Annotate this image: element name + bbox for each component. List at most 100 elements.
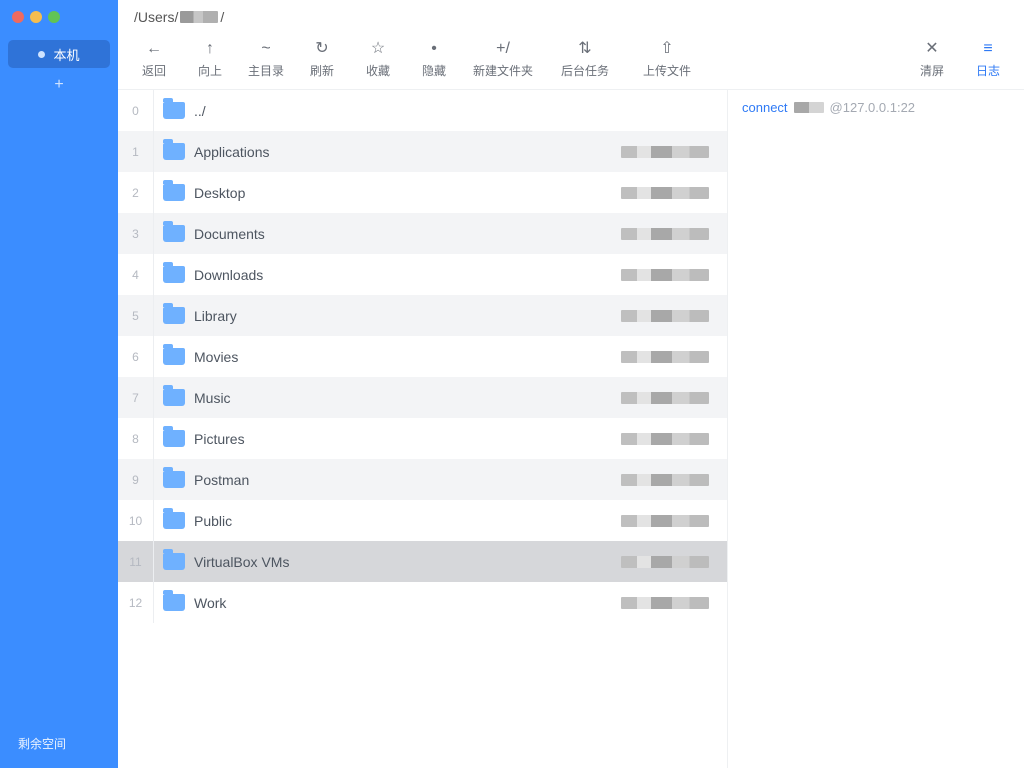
file-name: Desktop — [194, 185, 617, 201]
upload-label: 上传文件 — [643, 62, 691, 79]
toolbar: ← 返回 ↑ 向上 ~ 主目录 ↻ 刷新 ☆ 收藏 • 隐藏 — [118, 34, 1024, 90]
back-button[interactable]: ← 返回 — [128, 40, 180, 79]
refresh-button[interactable]: ↻ 刷新 — [296, 40, 348, 79]
host-tab-local[interactable]: 本机 — [8, 40, 110, 68]
main: /Users/ / ← 返回 ↑ 向上 ~ 主目录 ↻ 刷新 ☆ — [118, 0, 1024, 768]
tilde-icon: ~ — [261, 40, 270, 58]
clear-button[interactable]: ✕ 清屏 — [906, 40, 958, 79]
arrow-up-icon: ↑ — [206, 40, 214, 58]
log-redacted — [794, 102, 824, 113]
file-meta — [617, 515, 727, 527]
home-label: 主目录 — [248, 62, 284, 79]
host-tab-label: 本机 — [53, 45, 79, 64]
file-name: VirtualBox VMs — [194, 554, 617, 570]
file-row-index: 6 — [118, 336, 154, 377]
file-name: Movies — [194, 349, 617, 365]
host-status-dot-icon — [38, 51, 45, 58]
file-meta — [617, 392, 727, 404]
file-name: Postman — [194, 472, 617, 488]
file-meta — [617, 351, 727, 363]
home-button[interactable]: ~ 主目录 — [240, 40, 292, 79]
sidebar-spacer — [0, 102, 118, 735]
file-list[interactable]: 0 ../ 1Applications2 Desktop 3 Documents 4 Down… — [118, 90, 728, 768]
folder-icon — [154, 594, 194, 611]
file-row[interactable]: 12Work — [118, 582, 727, 623]
up-button[interactable]: ↑ 向上 — [184, 40, 236, 79]
favorite-button[interactable]: ☆ 收藏 — [352, 40, 404, 79]
folder-icon — [154, 266, 194, 283]
zoom-window-button[interactable] — [48, 11, 60, 23]
minimize-window-button[interactable] — [30, 11, 42, 23]
add-host-button[interactable]: + — [0, 68, 118, 102]
folder-icon — [154, 389, 194, 406]
file-row-index: 11 — [118, 541, 154, 582]
file-meta — [617, 228, 727, 240]
file-row-index: 3 — [118, 213, 154, 254]
file-row[interactable]: 6 Movies — [118, 336, 727, 377]
file-name: Work — [194, 595, 617, 611]
close-window-button[interactable] — [12, 11, 24, 23]
clear-label: 清屏 — [920, 62, 944, 79]
new-folder-icon: +/ — [496, 40, 510, 58]
file-row[interactable]: 0 ../ — [118, 90, 727, 131]
folder-icon — [154, 512, 194, 529]
file-meta — [617, 597, 727, 609]
upload-button[interactable]: ⇧ 上传文件 — [628, 40, 706, 79]
upload-icon: ⇧ — [660, 40, 673, 58]
file-row-index: 0 — [118, 90, 154, 131]
log-tail: @127.0.0.1:22 — [830, 100, 915, 115]
file-row[interactable]: 9 Postman — [118, 459, 727, 500]
file-meta — [617, 269, 727, 281]
file-meta — [617, 187, 727, 199]
file-name: Music — [194, 390, 617, 406]
close-icon: ✕ — [925, 40, 938, 58]
folder-icon — [154, 102, 194, 119]
dot-icon: • — [431, 40, 437, 58]
file-row[interactable]: 10 Public — [118, 500, 727, 541]
file-row[interactable]: 7Music — [118, 377, 727, 418]
background-tasks-button[interactable]: ⇅ 后台任务 — [546, 40, 624, 79]
star-icon: ☆ — [371, 40, 385, 58]
file-row[interactable]: 4 Downloads — [118, 254, 727, 295]
file-name: Public — [194, 513, 617, 529]
new-folder-button[interactable]: +/ 新建文件夹 — [464, 40, 542, 79]
file-row[interactable]: 5Library — [118, 295, 727, 336]
folder-icon — [154, 348, 194, 365]
file-row-index: 10 — [118, 500, 154, 541]
hidden-button[interactable]: • 隐藏 — [408, 40, 460, 79]
file-row-index: 9 — [118, 459, 154, 500]
file-row[interactable]: 8Pictures — [118, 418, 727, 459]
refresh-label: 刷新 — [310, 62, 334, 79]
hidden-label: 隐藏 — [422, 62, 446, 79]
log-button[interactable]: ≡ 日志 — [962, 40, 1014, 79]
background-tasks-label: 后台任务 — [561, 62, 609, 79]
file-meta — [617, 474, 727, 486]
file-name: ../ — [194, 103, 617, 119]
refresh-icon: ↻ — [315, 40, 328, 58]
host-tabs: 本机 — [0, 34, 118, 68]
file-row-index: 5 — [118, 295, 154, 336]
folder-icon — [154, 307, 194, 324]
folder-icon — [154, 553, 194, 570]
file-row[interactable]: 11 VirtualBox VMs — [118, 541, 727, 582]
free-space-label: 剩余空间 — [0, 735, 118, 768]
file-row[interactable]: 3 Documents — [118, 213, 727, 254]
folder-icon — [154, 225, 194, 242]
file-row-index: 2 — [118, 172, 154, 213]
window: 本机 + 剩余空间 /Users/ / ← 返回 ↑ 向上 ~ 主目录 — [0, 0, 1024, 768]
file-name: Documents — [194, 226, 617, 242]
path-bar[interactable]: /Users/ / — [118, 0, 1024, 34]
file-meta — [617, 433, 727, 445]
arrow-left-icon: ← — [146, 40, 162, 58]
up-label: 向上 — [198, 62, 222, 79]
file-row[interactable]: 1Applications — [118, 131, 727, 172]
log-connect-label: connect — [742, 100, 788, 115]
log-line: connect @127.0.0.1:22 — [742, 100, 1010, 115]
log-panel: connect @127.0.0.1:22 — [728, 90, 1024, 768]
path-suffix: / — [220, 9, 224, 25]
file-meta — [617, 146, 727, 158]
file-name: Downloads — [194, 267, 617, 283]
file-row[interactable]: 2 Desktop — [118, 172, 727, 213]
file-row-index: 4 — [118, 254, 154, 295]
log-icon: ≡ — [983, 40, 992, 58]
